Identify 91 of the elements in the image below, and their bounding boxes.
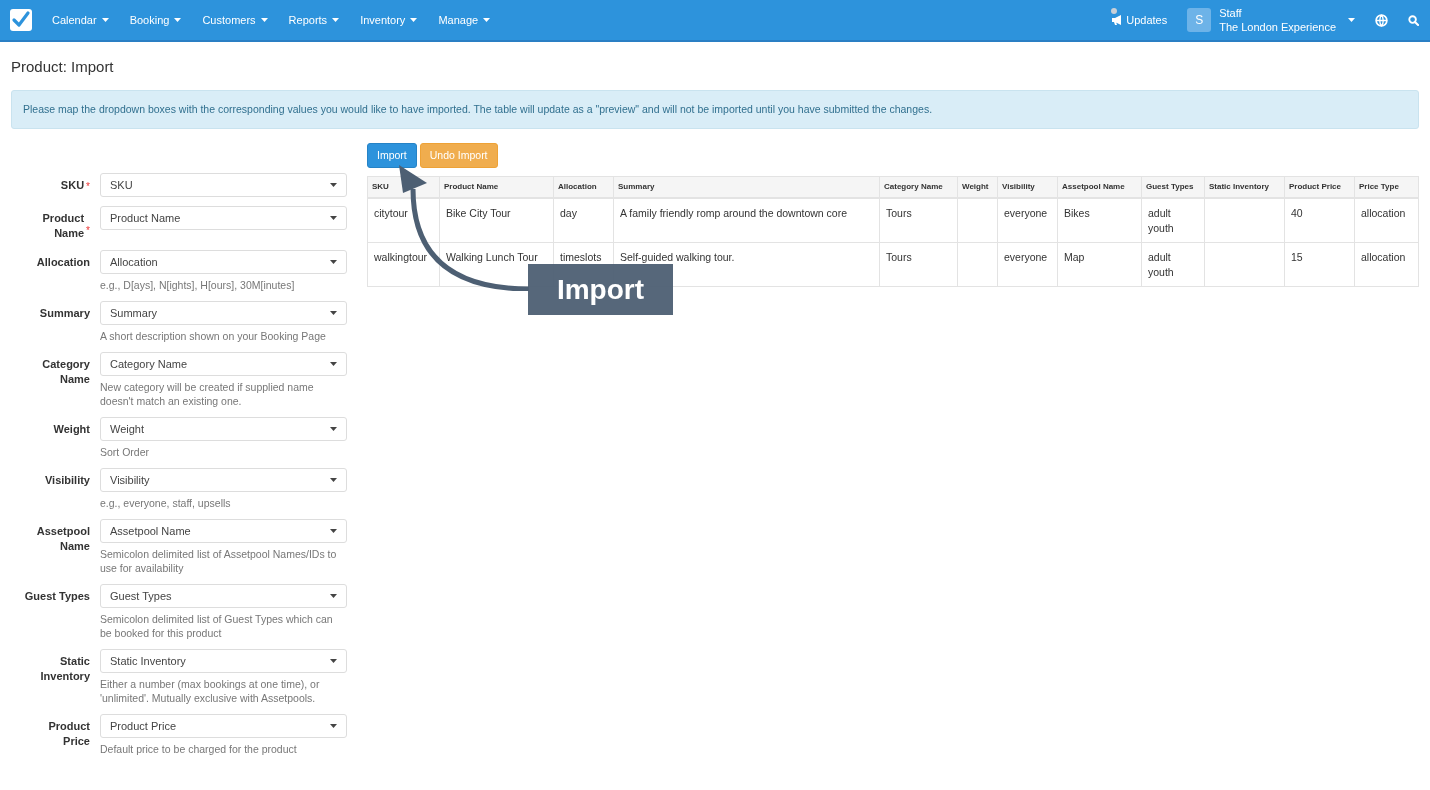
- table-cell: 15: [1291, 250, 1303, 263]
- column-select[interactable]: Static Inventory: [100, 649, 347, 673]
- caret-icon: [1348, 18, 1355, 22]
- table-cell: everyone: [1004, 206, 1048, 219]
- caret-icon: [260, 18, 268, 22]
- column-header: Visibility: [997, 176, 1058, 198]
- callout-label: Import: [528, 264, 673, 315]
- table-cell: Tours: [886, 206, 912, 219]
- table-cell: A family friendly romp around the downtown core: [620, 206, 848, 219]
- column-header: Price Type: [1354, 176, 1419, 198]
- table-cell: 40: [1291, 206, 1303, 219]
- column-header: Product Price: [1284, 176, 1355, 198]
- caret-icon: [330, 362, 337, 366]
- table-cell: Map: [1064, 250, 1085, 263]
- table-cell: adult youth: [1148, 206, 1174, 234]
- field-label: Assetpool Name: [35, 524, 90, 554]
- column-header: Summary: [613, 176, 880, 198]
- field-label: Product Price: [47, 719, 90, 749]
- table-cell: allocation: [1361, 250, 1406, 263]
- page-title: Product: Import: [11, 57, 115, 77]
- field-label: Visibility: [43, 473, 90, 488]
- caret-icon: [330, 478, 337, 482]
- column-select[interactable]: Summary: [100, 301, 347, 325]
- table-cell: everyone: [1004, 250, 1048, 263]
- caret-icon: [330, 216, 337, 220]
- caret-icon: [332, 18, 340, 22]
- required-asterisk: *: [86, 226, 90, 236]
- field-label: Weight: [52, 422, 90, 437]
- caret-icon: [330, 260, 337, 264]
- help-text: Semicolon delimited list of Guest Types which can be booked for this product: [100, 612, 334, 640]
- column-select[interactable]: Product Price: [100, 714, 347, 738]
- caret-icon: [330, 724, 337, 728]
- table-cell: day: [560, 206, 577, 219]
- required-asterisk: *: [86, 182, 90, 192]
- megaphone-icon: [1112, 15, 1124, 25]
- caret-icon: [410, 18, 418, 22]
- help-text: A short description shown on your Booking Page: [100, 329, 327, 343]
- help-text: Sort Order: [100, 445, 150, 459]
- column-header: Guest Types: [1141, 176, 1205, 198]
- column-select[interactable]: Visibility: [100, 468, 347, 492]
- caret-icon: [330, 311, 337, 315]
- field-label: SKU: [59, 178, 85, 193]
- column-header: Category Name: [879, 176, 958, 198]
- info-alert: Please map the dropdown boxes with the corresponding values you would like to have imported. The table will update as a "preview" and will not be imported until you have submitted the changes.: [11, 90, 1419, 129]
- column-select[interactable]: Allocation: [100, 250, 347, 274]
- column-select[interactable]: Category Name: [100, 352, 347, 376]
- caret-icon: [330, 427, 337, 431]
- column-header: Product Name: [439, 176, 554, 198]
- column-header: Static Inventory: [1204, 176, 1285, 198]
- field-label: Product Name: [41, 211, 85, 241]
- caret-icon: [483, 18, 491, 22]
- table-cell: Bike City Tour: [446, 206, 511, 219]
- company-name: The London Experience: [1219, 20, 1336, 34]
- table-cell: Walking Lunch Tour: [446, 250, 538, 263]
- table-cell: Self-guided walking tour.: [620, 250, 735, 263]
- field-label: Summary: [38, 306, 90, 321]
- globe-icon[interactable]: [1375, 13, 1388, 27]
- column-select[interactable]: Weight: [100, 417, 347, 441]
- table-cell: Bikes: [1064, 206, 1090, 219]
- help-text: Semicolon delimited list of Assetpool Names/IDs to use for availability: [100, 547, 338, 575]
- caret-icon: [330, 529, 337, 533]
- search-icon[interactable]: [1408, 14, 1419, 26]
- field-label: Allocation: [35, 255, 90, 270]
- table-cell: allocation: [1361, 206, 1406, 219]
- caret-icon: [330, 183, 337, 187]
- table-cell: citytour: [374, 206, 408, 219]
- help-text: Default price to be charged for the product: [100, 742, 298, 756]
- field-label: Guest Types: [23, 589, 90, 604]
- table-cell: adult youth: [1148, 250, 1174, 278]
- help-text: e.g., D[ays], N[ights], H[ours], 30M[inutes]: [100, 278, 296, 292]
- column-header: Allocation: [553, 176, 614, 198]
- column-select[interactable]: SKU: [100, 173, 347, 197]
- caret-icon: [330, 594, 337, 598]
- column-header: Assetpool Name: [1057, 176, 1142, 198]
- table-cell: timeslots: [560, 250, 602, 263]
- caret-icon: [330, 659, 337, 663]
- column-select[interactable]: Assetpool Name: [100, 519, 347, 543]
- help-text: e.g., everyone, staff, upsells: [100, 496, 232, 510]
- user-role: Staff: [1219, 6, 1243, 20]
- table-cell: Tours: [886, 250, 912, 263]
- field-label: Category Name: [41, 357, 90, 387]
- table-cell: walkingtour: [374, 250, 428, 263]
- help-text: Either a number (max bookings at one time), or 'unlimited'. Mutually exclusive with Assetpools.: [100, 677, 321, 705]
- help-text: New category will be created if supplied name doesn't match an existing one.: [100, 380, 315, 408]
- field-label: Static Inventory: [39, 654, 90, 684]
- caret-icon: [101, 18, 109, 22]
- checkbox-logo-icon[interactable]: [10, 9, 32, 31]
- column-select[interactable]: Guest Types: [100, 584, 347, 608]
- caret-icon: [174, 18, 182, 22]
- column-header: Weight: [957, 176, 998, 198]
- column-select[interactable]: Product Name: [100, 206, 347, 230]
